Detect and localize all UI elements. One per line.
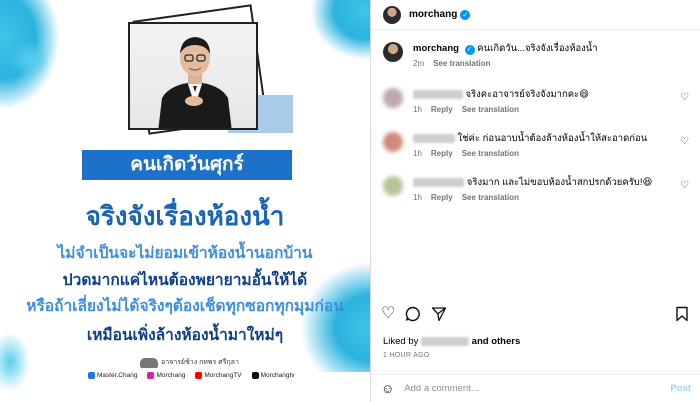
person-illustration: [158, 37, 232, 128]
brand-name: อาจารย์ช้าง กทพร ศรีกุลา: [161, 359, 239, 366]
likes-summary: Liked by jo_bsmith and others: [383, 336, 520, 347]
tiktok-icon: [251, 372, 259, 379]
caption: morchang ✓ คนเกิดวัน...จริงจังเรื่องห้อง…: [383, 42, 693, 68]
see-translation-link[interactable]: See translation: [462, 149, 519, 158]
comment-time: 1h: [413, 105, 422, 114]
likes-others[interactable]: and others: [472, 336, 521, 347]
reply-button[interactable]: Reply: [431, 149, 453, 158]
comment-text: จริงมาก และไม่ขอบห้องน้ำสกปรกด้วยครับ!😆: [466, 177, 653, 188]
instagram-icon: [147, 372, 155, 379]
social-handle-label: MorchangTV: [204, 372, 242, 379]
caption-text-row: morchang ✓ คนเกิดวัน...จริงจังเรื่องห้อง…: [413, 42, 693, 55]
likes-prefix: Liked by: [383, 336, 419, 347]
brand-credit: อาจารย์ช้าง กทพร ศรีกุลา: [140, 357, 239, 368]
social-facebook: Master.Chang: [88, 372, 137, 379]
see-translation-link[interactable]: See translation: [462, 105, 519, 114]
post-actions: ♡: [381, 305, 691, 323]
text-line: เหมือนเพิ่งล้างห้องน้ำมาใหม่ๆ: [86, 327, 284, 344]
bookmark-icon[interactable]: [675, 306, 689, 322]
reply-button[interactable]: Reply: [431, 193, 453, 202]
comment-text-row: ampinakarn ใช่ค่ะ ก่อนอาบน้ำต้องล้างห้อง…: [413, 132, 693, 145]
avatar[interactable]: [383, 132, 403, 152]
comment-username[interactable]: ampinakarn: [413, 134, 455, 143]
post-viewer: คนเกิดวันศุกร์ จริงจังเรื่องห้องน้ำ ไม่จ…: [0, 0, 700, 402]
portrait-photo: [128, 22, 258, 130]
see-translation-link[interactable]: See translation: [462, 193, 519, 202]
post-side-panel: morchang ✓ morchang ✓ คนเกิดวัน...จริงจั…: [370, 0, 700, 402]
text-line: หรือถ้าเลี่ยงไม่ได้จริงๆต้องเช็ดทุกซอกทุ…: [26, 298, 344, 315]
like-heart-icon[interactable]: ♡: [381, 305, 395, 323]
paint-splash: [310, 0, 370, 60]
elephant-icon: [140, 357, 158, 368]
caption-time: 2m: [413, 59, 425, 68]
comment-time: 1h: [413, 149, 422, 158]
avatar[interactable]: [383, 88, 403, 108]
caption-text: คนเกิดวัน...จริงจังเรื่องห้องน้ำ: [477, 43, 598, 54]
like-comment-heart-icon[interactable]: ♡: [680, 180, 689, 191]
post-timestamp: 1 HOUR AGO: [383, 352, 430, 359]
reply-button[interactable]: Reply: [431, 105, 453, 114]
comment-meta: 1h Reply See translation: [413, 193, 693, 202]
headline: จริงจังเรื่องห้องน้ำ: [85, 201, 285, 231]
avatar[interactable]: [383, 176, 403, 196]
verified-icon: ✓: [464, 44, 475, 55]
caption-meta: 2m See translation: [413, 59, 693, 68]
social-handles: Master.Chang Morchang MorchangTV Morchan…: [88, 372, 295, 379]
text-line: ไม่จำเป็นจะไม่ยอมเข้าห้องน้ำนอกบ้าน: [57, 245, 313, 262]
comment-text: ใช่ค่ะ ก่อนอาบน้ำต้องล้างห้องน้ำให้สะอาด…: [457, 133, 648, 144]
comment-input[interactable]: [404, 383, 671, 394]
liked-by-user[interactable]: jo_bsmith: [421, 336, 470, 346]
comment-username[interactable]: kevin_bubbles: [413, 178, 465, 187]
like-comment-heart-icon[interactable]: ♡: [680, 136, 689, 147]
verified-icon: ✓: [460, 9, 471, 20]
see-translation-link[interactable]: See translation: [433, 59, 490, 68]
social-youtube: MorchangTV: [195, 372, 242, 379]
comment-item: richaryanubull จริงคะอาจารย์จริงจังมากคะ…: [383, 88, 693, 114]
comment-time: 1h: [413, 193, 422, 202]
facebook-icon: [88, 372, 95, 379]
comment-item: ampinakarn ใช่ค่ะ ก่อนอาบน้ำต้องล้างห้อง…: [383, 132, 693, 158]
comment-icon[interactable]: [405, 306, 421, 322]
social-handle-label: Morchangtv: [260, 372, 295, 379]
add-comment-bar: ☺ Post: [371, 374, 700, 402]
caption-username[interactable]: morchang: [413, 43, 459, 54]
avatar[interactable]: [383, 42, 403, 62]
banner-title: คนเกิดวันศุกร์: [82, 150, 292, 180]
comment-item: kevin_bubbles จริงมาก และไม่ขอบห้องน้ำสก…: [383, 176, 693, 202]
comment-username[interactable]: richaryanubull: [413, 90, 463, 99]
social-tiktok: Morchangtv: [251, 372, 295, 379]
post-comment-button[interactable]: Post: [670, 383, 691, 394]
comment-meta: 1h Reply See translation: [413, 149, 693, 158]
youtube-icon: [195, 372, 203, 379]
social-handle-label: Master.Chang: [97, 372, 138, 379]
comment-text: จริงคะอาจารย์จริงจังมากคะ😄: [465, 89, 590, 100]
emoji-icon[interactable]: ☺: [381, 381, 394, 396]
like-comment-heart-icon[interactable]: ♡: [680, 92, 689, 103]
text-line: ปวดมากแค่ไหนต้องพยายามอั้นให้ได้: [62, 272, 308, 289]
comment-text-row: richaryanubull จริงคะอาจารย์จริงจังมากคะ…: [413, 88, 693, 101]
paint-splash: [10, 40, 50, 80]
social-handle-label: Morchang: [156, 372, 186, 379]
comment-text-row: kevin_bubbles จริงมาก และไม่ขอบห้องน้ำสก…: [413, 176, 693, 189]
avatar[interactable]: [383, 5, 401, 24]
social-instagram: Morchang: [147, 372, 185, 379]
comment-meta: 1h Reply See translation: [413, 105, 693, 114]
post-header: morchang ✓: [371, 0, 700, 30]
post-image: คนเกิดวันศุกร์ จริงจังเรื่องห้องน้ำ ไม่จ…: [0, 0, 370, 402]
share-icon[interactable]: [431, 306, 447, 322]
header-username[interactable]: morchang: [409, 9, 457, 20]
